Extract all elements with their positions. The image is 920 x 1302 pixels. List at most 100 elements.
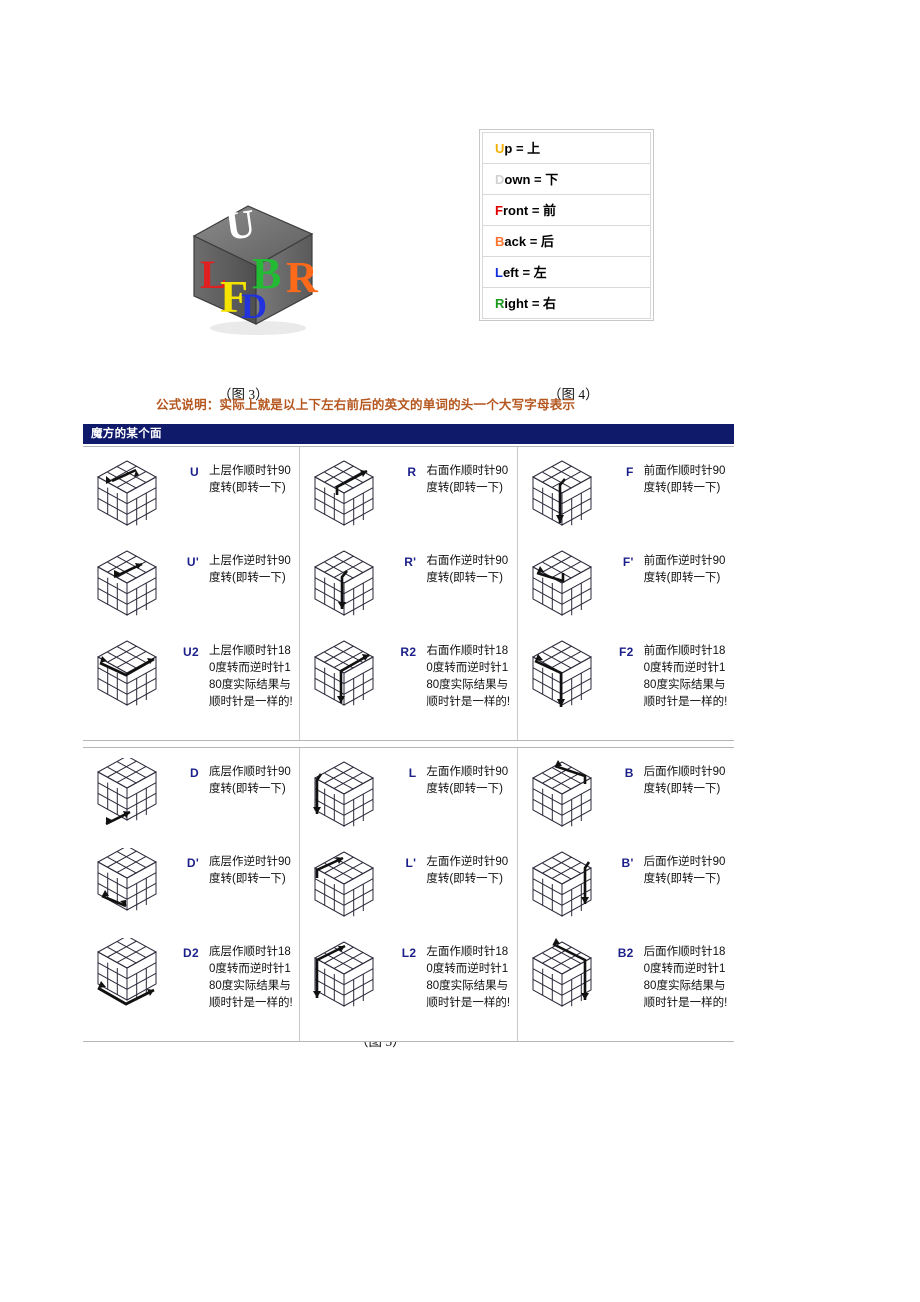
- move-row: D2 底层作顺时针180度转而逆时针180度实际结果与顺时针是一样的!: [83, 928, 299, 1041]
- legend-row: Back = 后: [482, 225, 651, 257]
- move-description: 左面作顺时针90度转(即转一下): [426, 766, 509, 795]
- move-row: R' 右面作逆时针90度转(即转一下): [300, 537, 516, 627]
- move-description: 上层作顺时针90 度转(即转一下): [209, 465, 291, 494]
- move-notation: U2: [183, 645, 199, 659]
- move-row: L' 左面作逆时针90度转(即转一下): [300, 838, 516, 928]
- legend-initial: B: [495, 234, 505, 249]
- top-illustration-section: U L F B R D Up = 上 Down = 下 Front = 前 Ba…: [0, 0, 920, 360]
- section-header-cube-face: 魔方的某个面: [83, 424, 734, 444]
- move-description: 右面作顺时针180度转而逆时针180度实际结果与顺时针是一样的!: [426, 645, 511, 708]
- cube-diagram-d: [89, 754, 165, 832]
- move-row: D 底层作顺时针90 度转(即转一下): [83, 748, 299, 838]
- move-column-r: R 右面作顺时针90度转(即转一下) R' 右面作逆时针90度转(即转一下) R…: [299, 447, 516, 740]
- legend-row: Left = 左: [482, 256, 651, 288]
- move-row: F 前面作顺时针90度转(即转一下): [518, 447, 734, 537]
- move-block-lower: D 底层作顺时针90 度转(即转一下) D' 底层作逆时针90度转(即转一下) …: [83, 747, 734, 1042]
- rubiks-cube-logo-image: U L F B R D: [186, 196, 326, 341]
- move-row: B2 后面作顺时针180度转而逆时针180度实际结果与顺时针是一样的!: [518, 928, 734, 1041]
- svg-text:R: R: [286, 253, 319, 302]
- move-notation: B2: [617, 946, 634, 960]
- legend-text: own = 下: [504, 172, 559, 187]
- move-notation: B': [621, 856, 634, 870]
- move-description: 左面作逆时针90度转(即转一下): [426, 856, 509, 885]
- move-notation: R: [407, 465, 417, 479]
- cube-diagram-d2: [89, 934, 165, 1012]
- cube-diagram-l: [306, 754, 382, 832]
- legend-row: Down = 下: [482, 163, 651, 195]
- move-column-l: L 左面作顺时针90度转(即转一下) L' 左面作逆时针90度转(即转一下) L…: [299, 748, 516, 1041]
- cube-diagram-f2: [524, 633, 600, 711]
- move-description: 上层作顺时针180度转而逆时针180度实际结果与顺时针是一样的!: [209, 645, 293, 708]
- move-description: 后面作逆时针90度转(即转一下): [643, 856, 726, 885]
- cube-diagram-u2: [89, 633, 165, 711]
- legend-text: ack = 后: [504, 234, 554, 249]
- move-description: 上层作逆时针90度转(即转一下): [209, 555, 291, 584]
- move-notation: L': [405, 856, 417, 870]
- legend-initial: U: [495, 141, 505, 156]
- cube-diagram-f: [524, 453, 600, 531]
- face-legend-table: Up = 上 Down = 下 Front = 前 Back = 后 Left …: [479, 129, 654, 321]
- cube-diagram-d-prime: [89, 844, 165, 922]
- cube-diagram-b: [524, 754, 600, 832]
- move-description: 前面作顺时针180度转而逆时针180度实际结果与顺时针是一样的!: [643, 645, 728, 708]
- move-column-b: B 后面作顺时针90度转(即转一下) B' 后面作逆时针90度转(即转一下) B…: [516, 748, 734, 1041]
- move-row: U2 上层作顺时针180度转而逆时针180度实际结果与顺时针是一样的!: [83, 627, 299, 740]
- cube-diagram-b2: [524, 934, 600, 1012]
- move-notation: L: [408, 766, 417, 780]
- cube-diagram-r: [306, 453, 382, 531]
- move-row: U 上层作顺时针90 度转(即转一下): [83, 447, 299, 537]
- move-row: R2 右面作顺时针180度转而逆时针180度实际结果与顺时针是一样的!: [300, 627, 516, 740]
- cube-diagram-r-prime: [306, 543, 382, 621]
- move-description: 前面作顺时针90度转(即转一下): [643, 465, 726, 494]
- move-row: U' 上层作逆时针90度转(即转一下): [83, 537, 299, 627]
- legend-row: Up = 上: [482, 132, 651, 164]
- move-column-u: U 上层作顺时针90 度转(即转一下) U' 上层作逆时针90度转(即转一下) …: [83, 447, 299, 740]
- move-row: D' 底层作逆时针90度转(即转一下): [83, 838, 299, 928]
- legend-initial: F: [495, 203, 503, 218]
- legend-row: Front = 前: [482, 194, 651, 226]
- move-notation: F2: [619, 645, 634, 659]
- move-description: 底层作逆时针90度转(即转一下): [209, 856, 291, 885]
- cube-diagram-u: [89, 453, 165, 531]
- move-notation: U: [190, 465, 199, 479]
- cube-diagram-f-prime: [524, 543, 600, 621]
- move-description: 底层作顺时针180度转而逆时针180度实际结果与顺时针是一样的!: [209, 946, 293, 1009]
- move-notation: F: [626, 465, 634, 479]
- cube-diagram-l2: [306, 934, 382, 1012]
- move-notation: U': [186, 555, 199, 569]
- move-description: 左面作顺时针180度转而逆时针180度实际结果与顺时针是一样的!: [426, 946, 511, 1009]
- legend-text: eft = 左: [502, 265, 547, 280]
- move-row: F' 前面作逆时针90度转(即转一下): [518, 537, 734, 627]
- cube-diagram-b-prime: [524, 844, 600, 922]
- legend-text: ront = 前: [502, 203, 557, 218]
- move-notation: B: [624, 766, 634, 780]
- move-row: B 后面作顺时针90度转(即转一下): [518, 748, 734, 838]
- move-row: F2 前面作顺时针180度转而逆时针180度实际结果与顺时针是一样的!: [518, 627, 734, 740]
- cube-diagram-r2: [306, 633, 382, 711]
- move-notation: D: [190, 766, 199, 780]
- legend-initial: L: [495, 265, 503, 280]
- legend-initial: R: [495, 296, 505, 311]
- move-description: 右面作顺时针90度转(即转一下): [426, 465, 509, 494]
- svg-text:D: D: [241, 286, 267, 326]
- move-notation: R': [404, 555, 417, 569]
- move-notation: L2: [401, 946, 417, 960]
- cube-diagram-u-prime: [89, 543, 165, 621]
- move-description: 后面作顺时针90度转(即转一下): [643, 766, 726, 795]
- cube-diagram-l-prime: [306, 844, 382, 922]
- move-notation-table: U 上层作顺时针90 度转(即转一下) U' 上层作逆时针90度转(即转一下) …: [83, 446, 734, 1042]
- move-description: 后面作顺时针180度转而逆时针180度实际结果与顺时针是一样的!: [643, 946, 728, 1009]
- move-row: L 左面作顺时针90度转(即转一下): [300, 748, 516, 838]
- move-notation: D': [186, 856, 199, 870]
- move-column-d: D 底层作顺时针90 度转(即转一下) D' 底层作逆时针90度转(即转一下) …: [83, 748, 299, 1041]
- move-notation: D2: [183, 946, 199, 960]
- move-row: L2 左面作顺时针180度转而逆时针180度实际结果与顺时针是一样的!: [300, 928, 516, 1041]
- move-description: 前面作逆时针90度转(即转一下): [643, 555, 726, 584]
- move-row: B' 后面作逆时针90度转(即转一下): [518, 838, 734, 928]
- move-column-f: F 前面作顺时针90度转(即转一下) F' 前面作逆时针90度转(即转一下) F…: [516, 447, 734, 740]
- formula-explanation-text: 公式说明：实际上就是以上下左右前后的英文的单词的头一个大写字母表示: [156, 398, 576, 412]
- legend-row: Right = 右: [482, 287, 651, 319]
- move-block-upper: U 上层作顺时针90 度转(即转一下) U' 上层作逆时针90度转(即转一下) …: [83, 446, 734, 741]
- move-notation: F': [622, 555, 634, 569]
- move-description: 底层作顺时针90 度转(即转一下): [209, 766, 291, 795]
